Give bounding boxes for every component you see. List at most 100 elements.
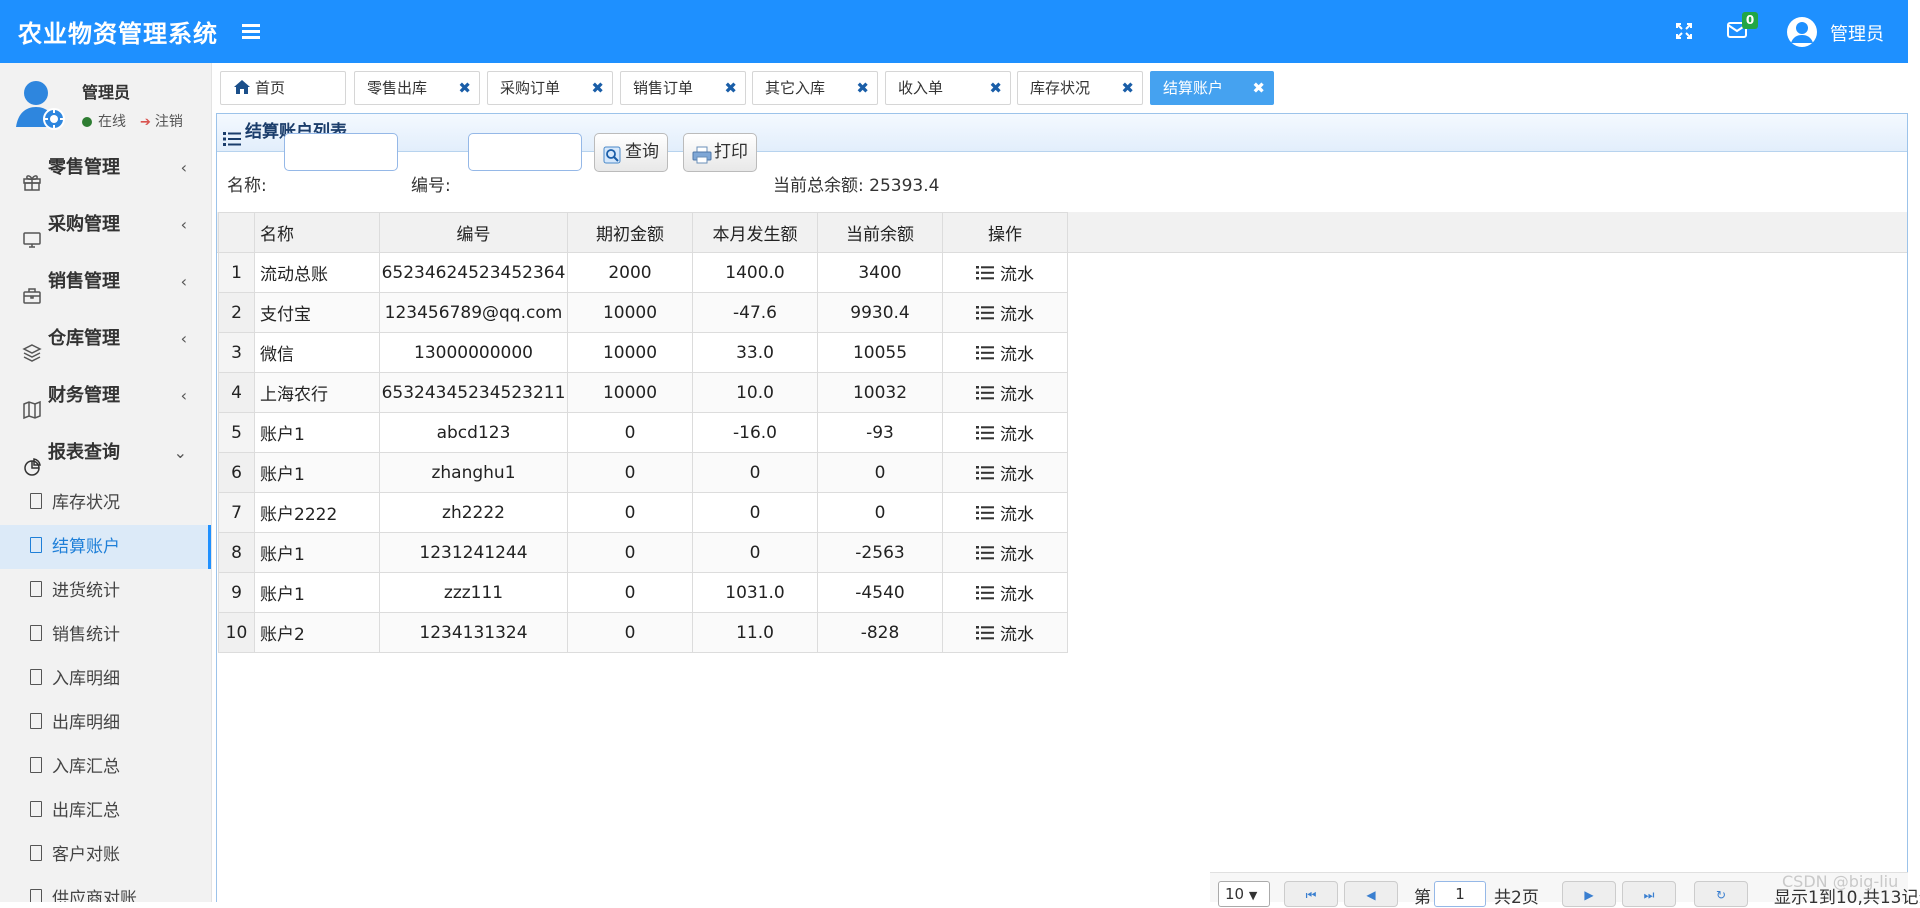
cell-code: 1234131324 (379, 612, 568, 653)
table-row[interactable]: 6 账户1 zhanghu1 0 0 0 流水 (218, 452, 1068, 493)
table-row[interactable]: 4 上海农行 65324345234523211 10000 10.0 10032 流水 (218, 372, 1068, 413)
tab-retail-out[interactable]: 零售出库 ✖ (354, 71, 480, 105)
table-row[interactable]: 8 账户1 1231241244 0 0 -2563 流水 (218, 532, 1068, 573)
print-button[interactable]: 打印 (683, 133, 757, 172)
column-header[interactable]: 名称 (254, 212, 380, 253)
close-icon[interactable]: ✖ (724, 72, 737, 104)
chevron-left-icon: ‹ (180, 386, 187, 405)
flow-link[interactable]: 流水 (976, 540, 1034, 565)
document-icon (30, 757, 42, 773)
table-row[interactable]: 1 流动总账 65234624523452364 2000 1400.0 3400 流水 (218, 252, 1068, 293)
tab-settlement-account[interactable]: 结算账户 ✖ (1150, 71, 1274, 105)
close-icon[interactable]: ✖ (1252, 72, 1265, 104)
row-number: 2 (218, 292, 255, 333)
fullscreen-icon[interactable] (1675, 22, 1693, 40)
cell-initial-amount: 0 (567, 612, 693, 653)
next-page-button[interactable]: ▶ (1562, 881, 1616, 907)
tab-sales-order[interactable]: 销售订单 ✖ (620, 71, 746, 105)
flow-link[interactable]: 流水 (976, 300, 1034, 325)
menu-reports[interactable]: 报表查询 ⌄ (0, 424, 211, 481)
close-icon[interactable]: ✖ (458, 72, 471, 104)
menu-sales[interactable]: 销售管理 ‹ (0, 253, 211, 310)
tab-other-inbound[interactable]: 其它入库 ✖ (752, 71, 878, 105)
tab-label: 零售出库 (367, 79, 428, 97)
list-icon (976, 425, 994, 440)
tab-home[interactable]: 首页 (220, 71, 346, 105)
flow-link[interactable]: 流水 (976, 620, 1034, 645)
page-size-value: 10 (1225, 885, 1245, 903)
menu-warehouse[interactable]: 仓库管理 ‹ (0, 310, 211, 367)
menu-label: 仓库管理 (48, 328, 120, 349)
flow-link[interactable]: 流水 (976, 460, 1034, 485)
flow-link[interactable]: 流水 (976, 260, 1034, 285)
sub-item-sales-stats[interactable]: 销售统计 (0, 613, 211, 657)
menu-toggle-icon[interactable] (242, 24, 260, 39)
sub-item-label: 入库明细 (52, 669, 120, 689)
cell-name: 账户2 (254, 612, 380, 653)
column-header[interactable]: 本月发生额 (692, 212, 818, 253)
sub-item-inventory-status[interactable]: 库存状况 (0, 481, 211, 525)
flow-link[interactable]: 流水 (976, 340, 1034, 365)
cell-initial-amount: 10000 (567, 372, 693, 413)
first-page-button[interactable]: ⏮ (1284, 881, 1338, 907)
tab-inventory-status[interactable]: 库存状况 ✖ (1017, 71, 1143, 105)
flow-link-label: 流水 (1000, 624, 1034, 645)
logout-link[interactable]: 注销 (155, 114, 183, 130)
sub-item-inbound-detail[interactable]: 入库明细 (0, 657, 211, 701)
table-row[interactable]: 3 微信 13000000000 10000 33.0 10055 流水 (218, 332, 1068, 373)
sub-item-purchase-stats[interactable]: 进货统计 (0, 569, 211, 613)
page-size-select[interactable]: 10 ▼ (1218, 881, 1270, 907)
cell-month-amount: -47.6 (692, 292, 818, 333)
sub-item-supplier-reconcile[interactable]: 供应商对账 (0, 877, 211, 902)
sub-item-settlement-account[interactable]: 结算账户 (0, 525, 211, 569)
cell-month-amount: 10.0 (692, 372, 818, 413)
sub-item-inbound-summary[interactable]: 入库汇总 (0, 745, 211, 789)
sub-item-outbound-detail[interactable]: 出库明细 (0, 701, 211, 745)
cell-name: 上海农行 (254, 372, 380, 413)
name-search-input[interactable] (284, 133, 398, 171)
page-number-input[interactable]: 1 (1434, 881, 1486, 907)
logout-icon[interactable]: ➔ (140, 115, 151, 130)
sub-item-customer-reconcile[interactable]: 客户对账 (0, 833, 211, 877)
tab-income[interactable]: 收入单 ✖ (885, 71, 1011, 105)
prev-page-button[interactable]: ◀ (1344, 881, 1398, 907)
close-icon[interactable]: ✖ (591, 72, 604, 104)
document-icon (30, 625, 42, 641)
table-row[interactable]: 10 账户2 1234131324 0 11.0 -828 流水 (218, 612, 1068, 653)
close-icon[interactable]: ✖ (856, 72, 869, 104)
last-page-button[interactable]: ⏭ (1622, 881, 1676, 907)
flow-link[interactable]: 流水 (976, 500, 1034, 525)
cell-current-balance: 10032 (817, 372, 943, 413)
cell-initial-amount: 0 (567, 412, 693, 453)
menu-label: 采购管理 (48, 214, 120, 235)
header-user-name[interactable]: 管理员 (1830, 20, 1884, 46)
flow-link[interactable]: 流水 (976, 580, 1034, 605)
column-header[interactable]: 操作 (942, 212, 1068, 253)
table-row[interactable]: 5 账户1 abcd123 0 -16.0 -93 流水 (218, 412, 1068, 453)
cell-current-balance: 0 (817, 492, 943, 533)
list-icon (976, 305, 994, 320)
cell-initial-amount: 0 (567, 572, 693, 613)
menu-purchase[interactable]: 采购管理 ‹ (0, 196, 211, 253)
menu-finance[interactable]: 财务管理 ‹ (0, 367, 211, 424)
menu-retail[interactable]: 零售管理 ‹ (0, 139, 211, 196)
table-row[interactable]: 2 支付宝 123456789@qq.com 10000 -47.6 9930.4 流水 (218, 292, 1068, 333)
flow-link[interactable]: 流水 (976, 420, 1034, 445)
code-search-input[interactable] (468, 133, 582, 171)
user-avatar-icon[interactable] (1786, 16, 1818, 48)
tab-purchase-order[interactable]: 采购订单 ✖ (487, 71, 613, 105)
query-button[interactable]: 查询 (594, 133, 668, 172)
table-row[interactable]: 7 账户2222 zh2222 0 0 0 流水 (218, 492, 1068, 533)
refresh-button[interactable]: ↻ (1694, 881, 1748, 907)
flow-link[interactable]: 流水 (976, 380, 1034, 405)
column-header[interactable]: 编号 (379, 212, 568, 253)
close-icon[interactable]: ✖ (989, 72, 1002, 104)
column-header[interactable]: 期初金额 (567, 212, 693, 253)
close-icon[interactable]: ✖ (1121, 72, 1134, 104)
sub-item-outbound-summary[interactable]: 出库汇总 (0, 789, 211, 833)
column-header[interactable]: 当前余额 (817, 212, 943, 253)
table-row[interactable]: 9 账户1 zzz111 0 1031.0 -4540 流水 (218, 572, 1068, 613)
cell-initial-amount: 10000 (567, 332, 693, 373)
code-label: 编号: (411, 176, 451, 196)
cell-name: 支付宝 (254, 292, 380, 333)
